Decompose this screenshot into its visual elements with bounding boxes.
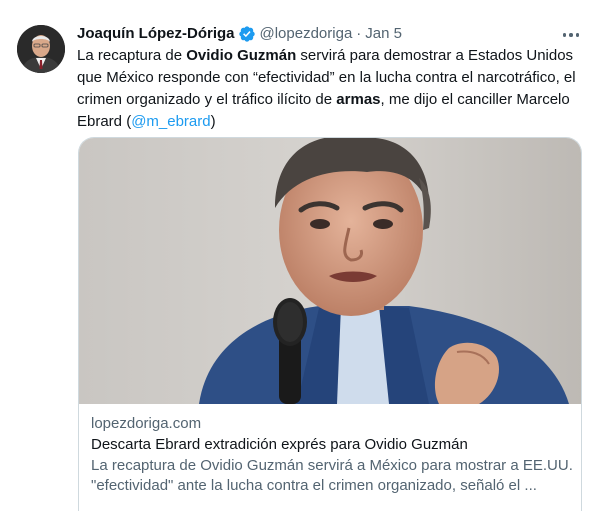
more-options-icon[interactable] <box>558 26 584 44</box>
tweet-text-part: La recaptura de <box>77 47 187 64</box>
mention-link[interactable]: @m_ebrard <box>131 113 210 130</box>
tweet[interactable]: Joaquín López-Dóriga @lopezdoriga · Jan … <box>0 0 596 511</box>
tweet-date[interactable]: Jan 5 <box>365 24 402 44</box>
tweet-text-part: ) <box>210 113 216 130</box>
author-handle[interactable]: @lopezdoriga <box>260 24 353 44</box>
link-domain: lopezdoriga.com <box>91 415 202 432</box>
header-separator: · <box>356 25 362 42</box>
tweet-header: Joaquín López-Dóriga @lopezdoriga · Jan … <box>77 24 402 44</box>
link-preview-info[interactable]: lopezdoriga.com Descarta Ebrard extradic… <box>91 414 575 496</box>
tweet-text-bold: Ovidio Guzmán <box>186 47 297 64</box>
tweet-text: La recaptura de Ovidio Guzmán servirá pa… <box>77 45 582 133</box>
tweet-text-bold: armas <box>336 91 381 108</box>
author-avatar[interactable] <box>17 25 65 73</box>
link-title: Descarta Ebrard extradición exprés para … <box>91 436 468 453</box>
link-preview-card[interactable]: lopezdoriga.com Descarta Ebrard extradic… <box>78 137 582 511</box>
link-description: La recaptura de Ovidio Guzmán servirá a … <box>91 456 575 496</box>
link-description-line: "efectividad" ante la lucha contra el cr… <box>91 477 537 494</box>
link-preview-image[interactable] <box>79 138 581 404</box>
verified-badge-icon <box>238 25 256 43</box>
link-description-line: La recaptura de Ovidio Guzmán servirá a … <box>91 457 573 474</box>
author-display-name[interactable]: Joaquín López-Dóriga <box>77 24 235 44</box>
